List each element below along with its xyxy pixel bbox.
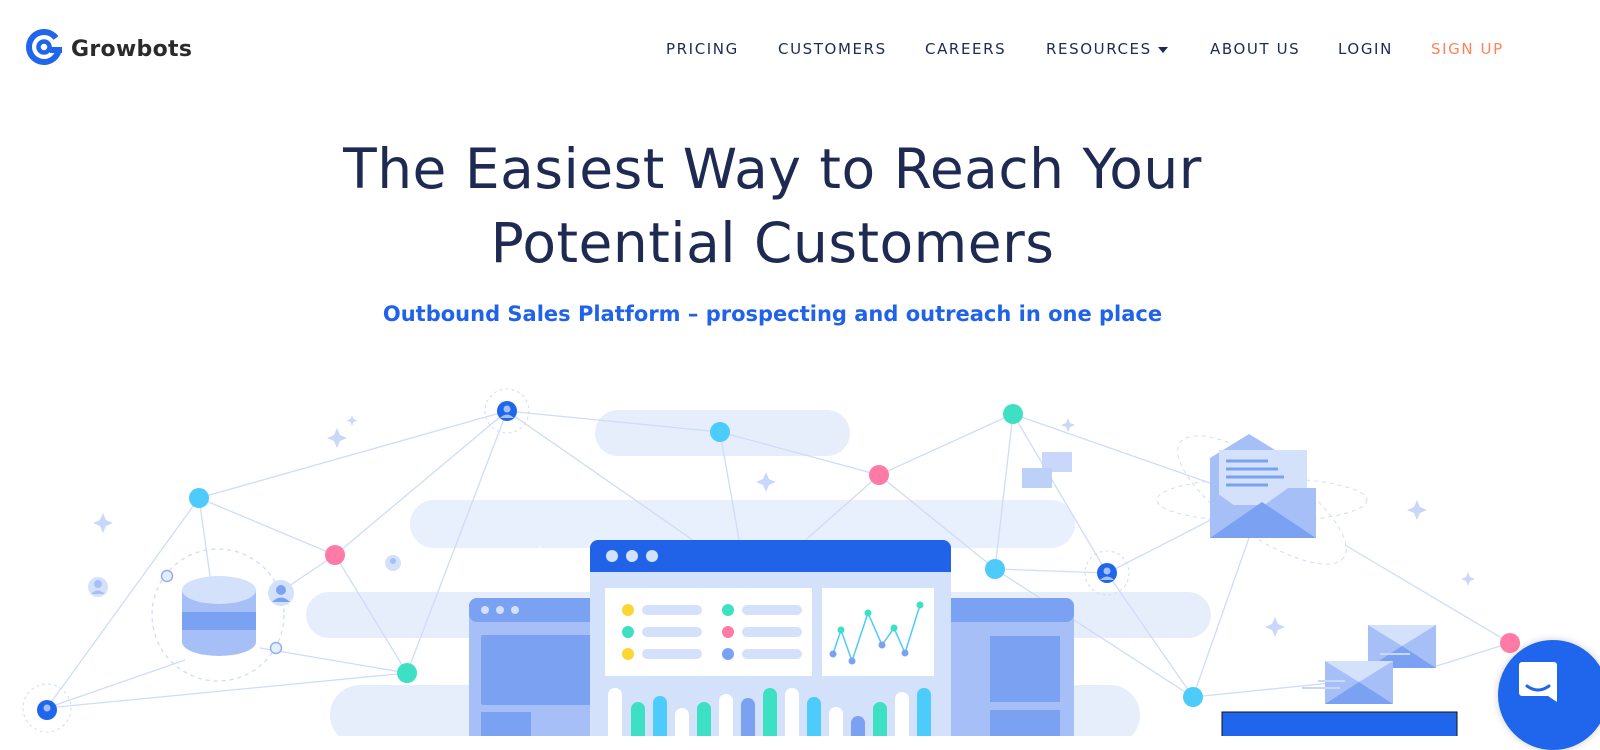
hero-illustration	[22, 388, 1520, 736]
dashboard-window-icon	[590, 540, 951, 736]
site-header: Growbots PRICING CUSTOMERS CAREERS RESOU…	[0, 0, 1600, 100]
main-nav: PRICING CUSTOMERS CAREERS RESOURCES ABOU…	[0, 40, 1600, 62]
envelope-icon	[1156, 434, 1368, 565]
nav-login[interactable]: LOGIN	[1338, 40, 1393, 58]
nav-resources[interactable]: RESOURCES	[1046, 40, 1168, 58]
sending-envelope-icons	[1302, 625, 1436, 704]
small-envelope-icons	[1022, 452, 1072, 488]
chat-bubble-icon	[1518, 660, 1558, 709]
chat-widget-button[interactable]	[1498, 640, 1600, 750]
hero-title-line2: Potential Customers	[490, 211, 1055, 275]
bottom-card-edge	[1221, 711, 1458, 736]
database-icon	[151, 548, 285, 682]
caret-down-icon	[1157, 46, 1168, 53]
nav-about-us[interactable]: ABOUT US	[1210, 40, 1300, 58]
hero-title-line1: The Easiest Way to Reach Your	[343, 137, 1202, 201]
nav-sign-up[interactable]: SIGN UP	[1431, 40, 1504, 58]
nav-pricing[interactable]: PRICING	[666, 40, 739, 58]
back-window-right	[940, 598, 1074, 736]
nav-careers[interactable]: CAREERS	[925, 40, 1006, 58]
hero-subtitle: Outbound Sales Platform – prospecting an…	[382, 302, 1163, 326]
hero-title: The Easiest Way to Reach Your Potential …	[0, 132, 1545, 280]
nav-resources-label: RESOURCES	[1046, 40, 1152, 58]
nav-customers[interactable]: CUSTOMERS	[778, 40, 887, 58]
